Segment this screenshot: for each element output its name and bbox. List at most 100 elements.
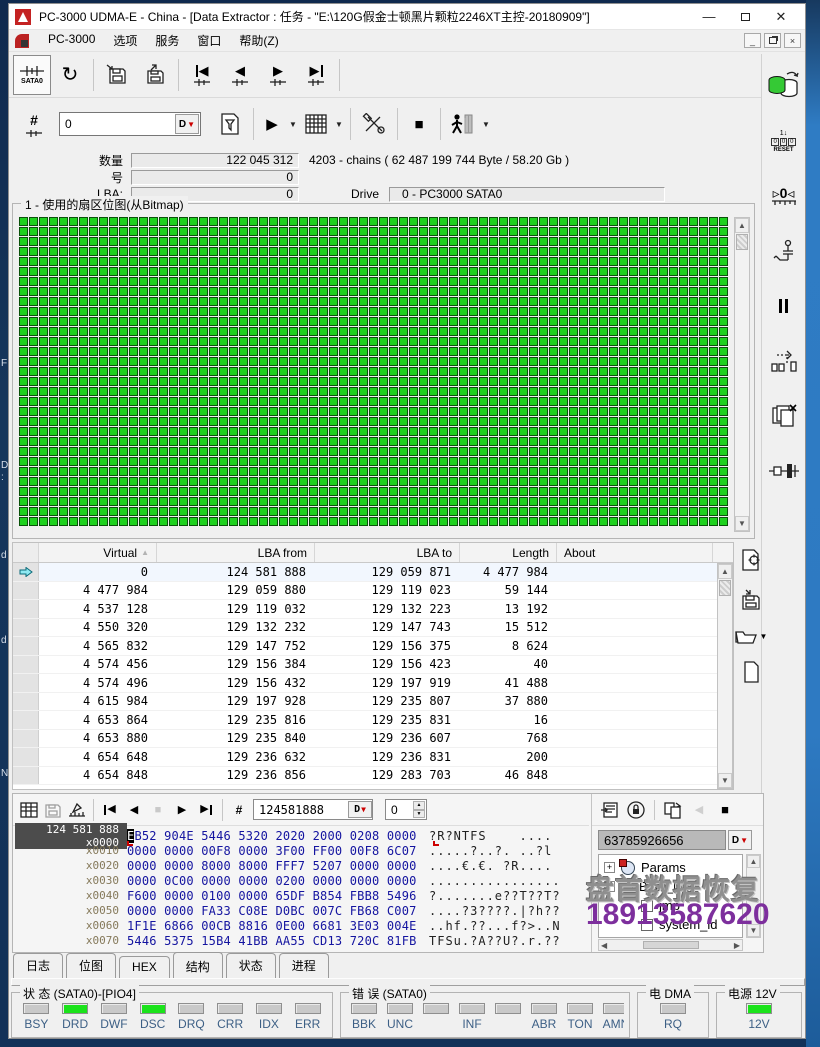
tab-hex[interactable]: HEX	[119, 956, 170, 978]
row-gutter[interactable]	[13, 563, 39, 581]
table-row[interactable]: 4 654 848129 236 856129 283 70346 848	[13, 767, 733, 786]
menu-item-5[interactable]: 帮助(Z)	[230, 30, 287, 51]
row-gutter[interactable]	[13, 693, 39, 711]
hex-grid-view-button[interactable]	[17, 798, 41, 822]
scroll-thumb[interactable]	[643, 941, 699, 949]
hex-offset-spinner[interactable]: 0 ▲▼	[385, 799, 427, 820]
row-gutter[interactable]	[13, 711, 39, 729]
mdi-app-icon[interactable]	[15, 34, 29, 48]
disk-copy-button[interactable]	[765, 68, 803, 104]
column-header-length[interactable]: Length	[460, 543, 557, 562]
scroll-thumb[interactable]	[736, 234, 748, 250]
scroll-down-icon[interactable]: ▼	[718, 773, 732, 788]
hex-prev-button[interactable]: ◀	[122, 798, 146, 822]
sector-view-button[interactable]: ▹0◃	[765, 178, 803, 214]
hex-chart-button[interactable]	[65, 798, 89, 822]
save-task-button[interactable]	[98, 55, 136, 95]
row-gutter[interactable]	[13, 582, 39, 600]
row-gutter[interactable]	[13, 619, 39, 637]
structure-value-field[interactable]: 63785926656	[598, 830, 726, 850]
row-gutter[interactable]	[13, 767, 39, 785]
table-row[interactable]: 4 654 648129 236 632129 236 831200	[13, 748, 733, 767]
run-agent-button[interactable]	[445, 104, 479, 144]
hex-row[interactable]: x00500000 0000 FA33 C08E D0BC 007C FB68 …	[15, 903, 589, 918]
row-gutter[interactable]	[13, 600, 39, 618]
start-options-dropdown[interactable]: ▼	[286, 120, 300, 129]
menu-item-2[interactable]: 选项	[104, 30, 146, 51]
row-gutter[interactable]	[13, 674, 39, 692]
scroll-down-icon[interactable]: ▼	[735, 516, 749, 531]
mdi-minimize-button[interactable]: _	[744, 33, 761, 48]
table-row[interactable]: 4 615 984129 197 928129 235 80737 880	[13, 693, 733, 712]
scroll-up-icon[interactable]: ▲	[735, 218, 749, 233]
lock-structure-button[interactable]	[624, 798, 648, 822]
run-options-dropdown[interactable]: ▼	[479, 120, 493, 129]
structure-stop-button[interactable]: ■	[713, 798, 737, 822]
decimal-toggle-button[interactable]: D▼	[728, 830, 752, 850]
hex-stop-button[interactable]: ■	[146, 798, 170, 822]
start-read-button[interactable]: ▶	[258, 104, 286, 144]
filter-document-button[interactable]	[211, 104, 249, 144]
table-row[interactable]: 4 574 496129 156 432129 197 91941 488	[13, 674, 733, 693]
tab-进程[interactable]: 进程	[279, 953, 329, 978]
row-gutter[interactable]	[13, 748, 39, 766]
stop-button[interactable]: ■	[402, 104, 436, 144]
tree-h-scrollbar[interactable]: ◀ ▶	[598, 939, 743, 951]
hex-row[interactable]: x00300000 0C00 0000 0000 0200 0000 0000 …	[15, 873, 589, 888]
hex-goto-button[interactable]: #	[227, 798, 251, 822]
hex-first-button[interactable]: ◀	[98, 798, 122, 822]
structure-back-button[interactable]: ◀	[687, 798, 711, 822]
export-task-button[interactable]	[136, 55, 174, 95]
clear-copies-button[interactable]	[765, 398, 803, 434]
nav-first-chain-button[interactable]: ◀	[183, 55, 221, 95]
decimal-toggle-button[interactable]: D▼	[175, 114, 199, 134]
bitmap-scrollbar[interactable]: ▲ ▼	[734, 217, 750, 532]
menu-item-3[interactable]: 服务	[146, 30, 188, 51]
menu-item-1[interactable]: PC-3000	[39, 30, 104, 51]
table-row[interactable]: 4 477 984129 059 880129 119 02359 144	[13, 582, 733, 601]
minimize-button[interactable]: —	[691, 5, 727, 29]
bus-config-button[interactable]	[765, 453, 803, 489]
tab-位图[interactable]: 位图	[66, 953, 116, 978]
build-map-button[interactable]	[300, 104, 332, 144]
hex-address-input[interactable]: 124581888 D▼	[253, 799, 373, 820]
mdi-close-button[interactable]: ×	[784, 33, 801, 48]
hex-row[interactable]: x00601F1E 6866 00CB 8816 0E00 6681 3E03 …	[15, 918, 589, 933]
tab-结构[interactable]: 结构	[173, 952, 223, 979]
sector-number-button[interactable]: #	[15, 104, 53, 144]
hardware-test-button[interactable]	[765, 233, 803, 269]
spin-down-icon[interactable]: ▼	[413, 810, 425, 819]
table-row[interactable]: 0124 581 888129 059 8714 477 984	[13, 563, 733, 582]
nav-prev-chain-button[interactable]: ◀	[221, 55, 259, 95]
table-row[interactable]: 4 653 880129 235 840129 236 607768	[13, 730, 733, 749]
row-gutter[interactable]	[13, 656, 39, 674]
tab-日志[interactable]: 日志	[13, 953, 63, 978]
decimal-toggle-button[interactable]: D▼	[348, 801, 372, 818]
row-gutter[interactable]	[13, 637, 39, 655]
copy-structure-button[interactable]	[661, 798, 685, 822]
scroll-right-icon[interactable]: ▶	[734, 941, 740, 950]
tab-状态[interactable]: 状态	[226, 953, 276, 978]
table-row[interactable]: 4 550 320129 132 232129 147 74315 512	[13, 619, 733, 638]
chain-builder-button[interactable]	[765, 343, 803, 379]
row-gutter[interactable]	[13, 730, 39, 748]
refresh-task-button[interactable]: ↻	[51, 55, 89, 95]
table-row[interactable]: 4 653 864129 235 816129 235 83116	[13, 711, 733, 730]
mdi-restore-button[interactable]	[764, 33, 781, 48]
hex-row[interactable]: x00200000 0000 8000 8000 FFF7 5207 0000 …	[15, 858, 589, 873]
nav-last-chain-button[interactable]: ▶	[297, 55, 335, 95]
table-row[interactable]: 4 574 456129 156 384129 156 42340	[13, 656, 733, 675]
sector-counter-input[interactable]: 0 D▼	[59, 112, 201, 136]
hex-last-button[interactable]: ▶	[194, 798, 218, 822]
hex-row[interactable]: x0040F600 0000 0100 0000 65DF B854 FBB8 …	[15, 888, 589, 903]
tools-button[interactable]	[355, 104, 393, 144]
save-map-button[interactable]	[740, 589, 762, 611]
open-map-button[interactable]: ▼	[735, 628, 768, 644]
hex-next-button[interactable]: ▶	[170, 798, 194, 822]
menu-item-4[interactable]: 窗口	[188, 30, 230, 51]
column-header-virtual[interactable]: Virtual▲	[39, 543, 157, 562]
table-row[interactable]: 4 537 128129 119 032129 132 22313 192	[13, 600, 733, 619]
scroll-up-icon[interactable]: ▲	[747, 855, 760, 868]
hex-save-button[interactable]	[41, 798, 65, 822]
table-row[interactable]: 4 565 832129 147 752129 156 3758 624	[13, 637, 733, 656]
